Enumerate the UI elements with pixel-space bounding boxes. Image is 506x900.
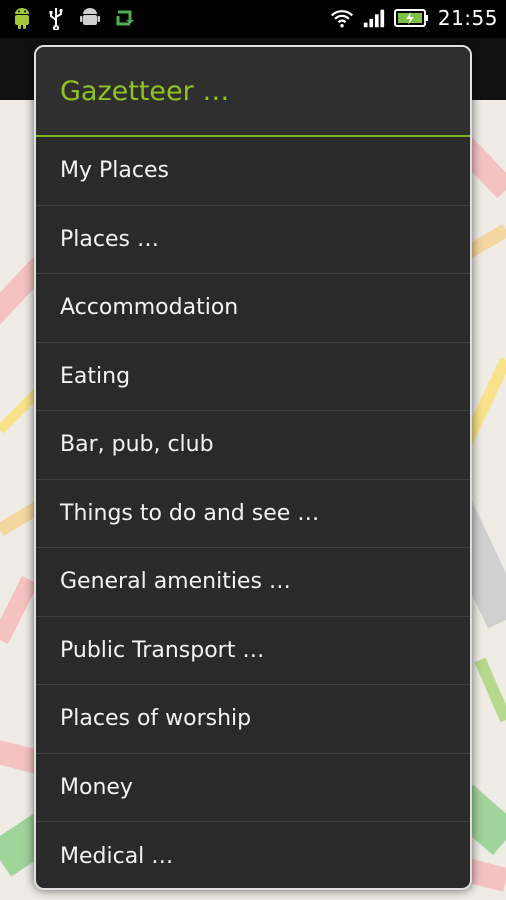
usb-icon [44,6,68,30]
menu-item-eating[interactable]: Eating [36,343,470,411]
menu-item-public-transport[interactable]: Public Transport … [36,617,470,685]
status-bar: 21:55 [0,0,506,38]
status-bar-clock: 21:55 [437,6,498,30]
sync-icon [112,6,136,30]
android-icon [10,6,34,30]
menu-item-my-places[interactable]: My Places [36,137,470,206]
menu-item-places[interactable]: Places … [36,206,470,274]
menu-item-general-amenities[interactable]: General amenities … [36,548,470,617]
dialog-title: Gazetteer … [36,47,470,137]
menu-item-medical[interactable]: Medical … [36,822,470,888]
menu-item-money[interactable]: Money [36,754,470,822]
signal-icon [362,6,386,30]
wifi-icon [330,6,354,30]
menu-item-things-to-do[interactable]: Things to do and see … [36,480,470,548]
battery-charging-icon [393,6,430,30]
menu-item-places-of-worship[interactable]: Places of worship [36,685,470,754]
menu-item-bar-pub-club[interactable]: Bar, pub, club [36,411,470,480]
status-bar-system: 21:55 [330,6,498,30]
android-debug-icon [78,6,102,30]
status-bar-notifications [10,6,136,30]
menu-item-accommodation[interactable]: Accommodation [36,274,470,343]
gazetteer-menu: My Places Places … Accommodation Eating … [36,137,470,888]
gazetteer-dialog: Gazetteer … My Places Places … Accommoda… [34,45,472,890]
